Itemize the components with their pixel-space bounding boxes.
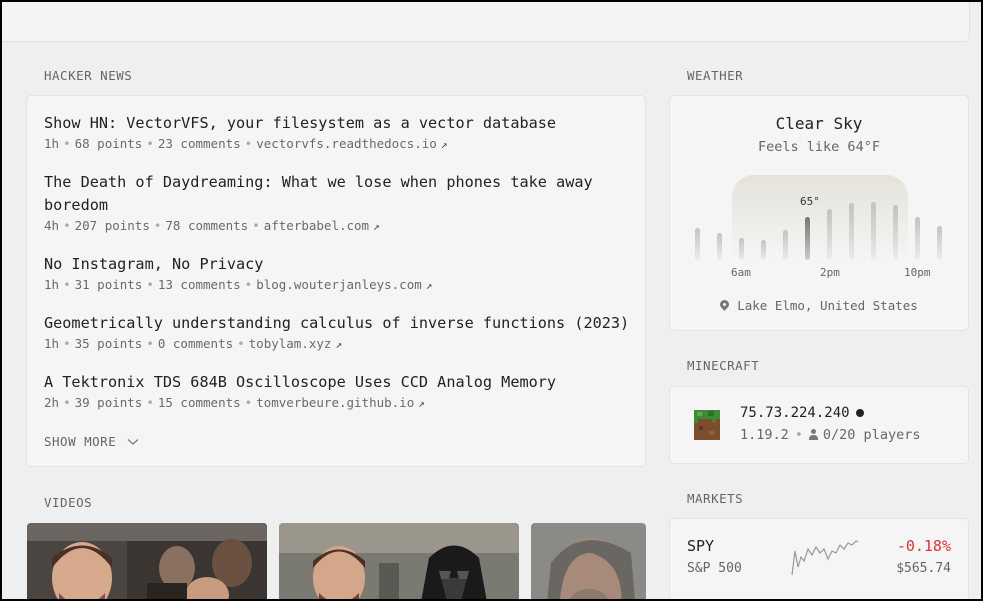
external-link-icon: ↗ <box>373 220 380 233</box>
weather-hour-bar <box>827 209 832 260</box>
weather-hour-bar <box>739 238 744 260</box>
weather-current-hour-bar <box>805 217 810 260</box>
minecraft-version: 1.19.2 <box>740 427 789 443</box>
weather-feels-like: Feels like 64°F <box>758 139 880 155</box>
hn-domain-link[interactable]: vectorvfs.readthedocs.io <box>256 136 437 151</box>
hn-comments-link[interactable]: 15 comments <box>158 395 241 410</box>
video-thumbnail-image <box>279 523 519 599</box>
minecraft-heading: MINECRAFT <box>687 358 760 373</box>
hn-story-title[interactable]: Show HN: VectorVFS, your filesystem as a… <box>44 112 634 135</box>
video-thumbnail[interactable] <box>531 523 646 599</box>
hn-domain-link[interactable]: tomverbeure.github.io <box>256 395 414 410</box>
hacker-news-card: Show HN: VectorVFS, your filesystem as a… <box>26 95 646 467</box>
hn-story[interactable]: Show HN: VectorVFS, your filesystem as a… <box>44 112 634 151</box>
hn-story[interactable]: Geometrically understanding calculus of … <box>44 312 634 351</box>
markets-heading: MARKETS <box>687 491 744 506</box>
show-more-button[interactable]: SHOW MORE <box>44 434 139 449</box>
hn-story-title[interactable]: Geometrically understanding calculus of … <box>44 312 634 335</box>
weather-hour-bar <box>783 230 788 260</box>
hn-story[interactable]: A Tektronix TDS 684B Oscilloscope Uses C… <box>44 371 634 410</box>
hn-story-meta: 1h • 35 points • 0 comments • tobylam.xyz ↗ <box>44 336 343 351</box>
hn-points: 39 points <box>74 395 143 410</box>
hn-comments-link[interactable]: 13 comments <box>158 277 241 292</box>
hn-points: 207 points <box>74 218 150 233</box>
minecraft-grass-block-icon <box>694 410 720 440</box>
hn-story-title[interactable]: No Instagram, No Privacy <box>44 253 634 276</box>
dashboard: HACKER NEWS Show HN: VectorVFS, your fil… <box>2 2 981 599</box>
market-change: -0.18% <box>896 537 951 555</box>
weather-hour-label: 10pm <box>904 266 931 279</box>
weather-hour-bar <box>937 226 942 260</box>
weather-heading: WEATHER <box>687 68 744 83</box>
weather-current-temp: 65° <box>800 195 820 208</box>
external-link-icon: ↗ <box>425 279 433 292</box>
hacker-news-heading: HACKER NEWS <box>44 68 133 83</box>
hn-age: 1h <box>44 136 60 151</box>
chevron-down-icon <box>127 439 139 445</box>
hn-story-meta: 4h • 207 points • 78 comments • afterbabel.com… <box>44 218 380 233</box>
minecraft-players: 0/20 players <box>822 427 921 443</box>
minecraft-card: 75.73.224.240 1.19.2 • 0/20 players <box>669 386 969 464</box>
weather-hour-bar <box>893 205 898 260</box>
external-link-icon: ↗ <box>440 138 448 151</box>
hn-age: 4h <box>44 218 60 233</box>
markets-card: SPY S&P 500 -0.18% $565.74 <box>669 518 969 599</box>
weather-condition: Clear Sky <box>775 114 863 133</box>
weather-hour-bar <box>871 202 876 260</box>
hn-comments-link[interactable]: 78 comments <box>165 218 248 233</box>
weather-hour-bar <box>849 203 854 260</box>
hn-domain-link[interactable]: blog.wouterjanleys.com <box>256 277 422 292</box>
show-more-label: SHOW MORE <box>44 434 117 449</box>
hn-age: 2h <box>44 395 60 410</box>
hn-points: 35 points <box>74 336 143 351</box>
weather-location: Lake Elmo, United States <box>670 298 968 313</box>
hn-comments-link[interactable]: 23 comments <box>158 136 241 151</box>
map-pin-icon <box>718 298 732 311</box>
external-link-icon: ↗ <box>335 338 343 351</box>
top-card <box>2 2 970 42</box>
hn-story-title[interactable]: A Tektronix TDS 684B Oscilloscope Uses C… <box>44 371 634 394</box>
hn-age: 1h <box>44 336 60 351</box>
hn-story-title[interactable]: The Death of Daydreaming: What we lose w… <box>44 171 634 217</box>
video-thumbnail-image <box>531 523 646 599</box>
minecraft-server-info: 1.19.2 • 0/20 players <box>740 427 921 443</box>
hn-story[interactable]: The Death of Daydreaming: What we lose w… <box>44 171 634 233</box>
video-thumbnail[interactable] <box>279 523 519 599</box>
weather-hour-bar <box>915 217 920 260</box>
weather-hour-label: 6am <box>731 266 751 279</box>
external-link-icon: ↗ <box>418 397 425 410</box>
market-price: $565.74 <box>896 561 951 576</box>
weather-hour-bar <box>695 228 700 260</box>
player-icon <box>808 429 818 440</box>
hn-story-meta: 1h • 68 points • 23 comments • vectorvfs.readt… <box>44 136 448 151</box>
videos-heading: VIDEOS <box>44 495 93 510</box>
market-symbol[interactable]: SPY <box>687 537 714 555</box>
market-sparkline <box>791 540 859 576</box>
weather-hour-label: 2pm <box>820 266 840 279</box>
hn-story-meta: 1h • 31 points • 13 comments • blog.wouterjanl… <box>44 277 433 292</box>
hn-story[interactable]: No Instagram, No Privacy 1h • 31 points • 13… <box>44 253 634 292</box>
video-thumbnail[interactable] <box>27 523 267 599</box>
weather-card: Clear Sky Feels like 64°F 65° 6am 2pm 10… <box>669 95 969 331</box>
hn-points: 31 points <box>74 277 143 292</box>
hn-domain-link[interactable]: tobylam.xyz <box>249 336 332 351</box>
hn-domain-link[interactable]: afterbabel.com <box>264 218 369 233</box>
video-thumbnail-image <box>27 523 267 599</box>
hn-comments-link[interactable]: 0 comments <box>158 336 233 351</box>
weather-location-label: Lake Elmo, United States <box>737 298 918 313</box>
market-name: S&P 500 <box>687 561 742 576</box>
weather-hour-bar <box>761 240 766 260</box>
hn-story-meta: 2h • 39 points • 15 comments • tomverbeure.git… <box>44 395 425 410</box>
hn-points: 68 points <box>74 136 143 151</box>
hn-age: 1h <box>44 277 60 292</box>
online-status-dot <box>855 409 864 417</box>
minecraft-host-label: 75.73.224.240 <box>740 405 850 421</box>
weather-hour-bar <box>717 233 722 260</box>
minecraft-server-host: 75.73.224.240 <box>740 405 864 421</box>
weather-daylight-panel <box>732 175 908 260</box>
